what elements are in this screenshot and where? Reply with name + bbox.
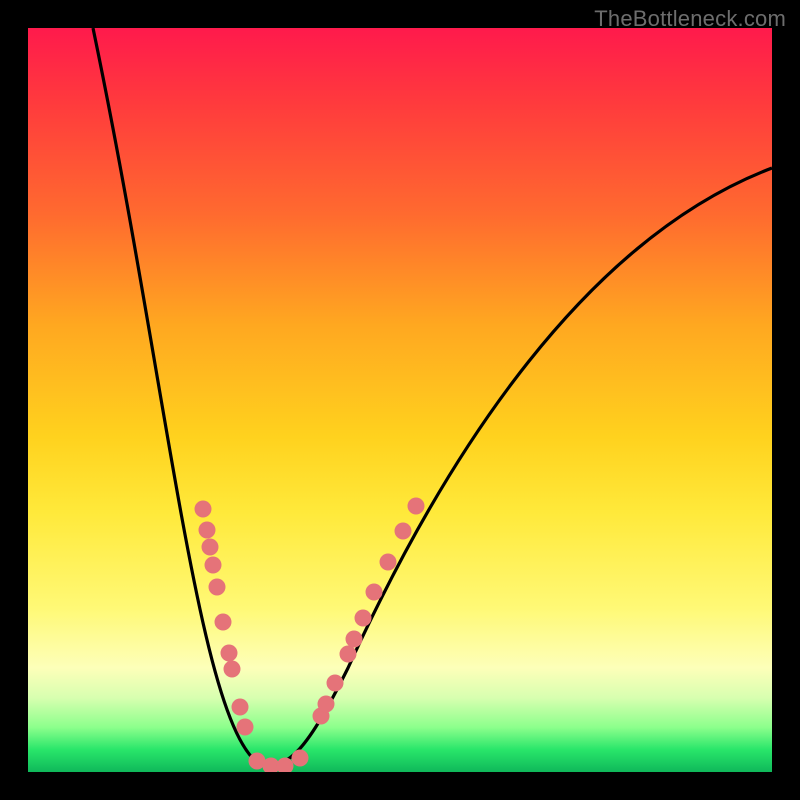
curve-dot: [346, 631, 363, 648]
curve-dot: [209, 579, 226, 596]
curve-dots-right: [313, 498, 425, 725]
curve-dot: [237, 719, 254, 736]
bottleneck-curve-svg: [28, 28, 772, 772]
curve-dot: [408, 498, 425, 515]
curve-dot: [195, 501, 212, 518]
curve-dot: [232, 699, 249, 716]
curve-dot: [221, 645, 238, 662]
curve-dot: [366, 584, 383, 601]
curve-dot: [395, 523, 412, 540]
curve-dot: [355, 610, 372, 627]
bottleneck-curve-path: [93, 28, 772, 765]
curve-dot: [292, 750, 309, 767]
curve-dot: [380, 554, 397, 571]
curve-dot: [205, 557, 222, 574]
curve-dot: [215, 614, 232, 631]
curve-dot: [199, 522, 216, 539]
curve-dot: [224, 661, 241, 678]
chart-plot-area: [28, 28, 772, 772]
curve-dots-bottom: [249, 750, 309, 773]
curve-dot: [277, 758, 294, 773]
curve-dot: [340, 646, 357, 663]
curve-dot: [318, 696, 335, 713]
curve-dot: [327, 675, 344, 692]
curve-dot: [202, 539, 219, 556]
